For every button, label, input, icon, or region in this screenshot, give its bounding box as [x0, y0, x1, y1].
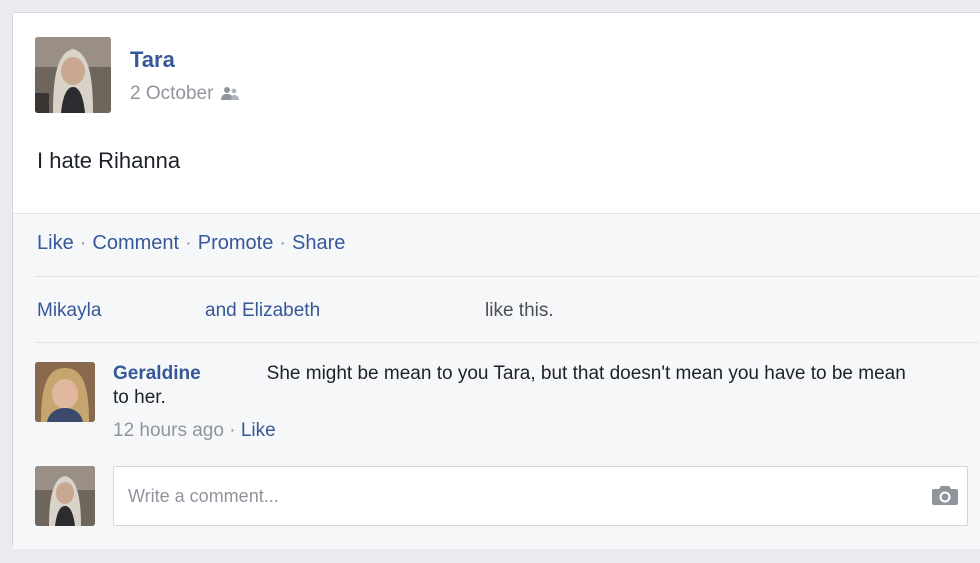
liker-name[interactable]: Mikayla	[37, 300, 101, 322]
separator: ·	[79, 232, 87, 254]
promote-link[interactable]: Promote	[198, 232, 274, 255]
commenter-photo-icon	[35, 362, 95, 422]
avatar-photo-icon	[35, 37, 111, 113]
post-meta: 2 October	[130, 83, 240, 105]
comment-time[interactable]: 12 hours ago	[113, 420, 224, 441]
comment-body: Geraldine She might be mean to you Tara, …	[113, 362, 913, 410]
viewer-avatar	[35, 466, 95, 526]
avatar-photo-icon	[35, 466, 95, 526]
likes-suffix: like this.	[485, 300, 554, 321]
share-link[interactable]: Share	[292, 232, 345, 255]
post-card: Tara 2 October I hate Rihanna Like · Com…	[12, 12, 980, 549]
comment-text: She might be mean to you Tara, but that …	[113, 363, 906, 408]
likes-summary: Mikayla and Elizabeth like this.	[37, 300, 937, 326]
post-date[interactable]: 2 October	[130, 83, 213, 105]
divider	[35, 342, 979, 343]
commenter-avatar[interactable]	[35, 362, 95, 422]
separator: ·	[279, 232, 287, 254]
comment-composer	[35, 466, 975, 530]
separator: ·	[185, 232, 192, 254]
post-text: I hate Rihanna	[37, 148, 181, 173]
separator: ·	[229, 420, 236, 441]
commenter-name[interactable]: Geraldine	[113, 363, 201, 384]
liker-name-second[interactable]: and Elizabeth	[205, 300, 320, 322]
comment-link[interactable]: Comment	[92, 232, 179, 255]
post-actions: Like · Comment · Promote · Share	[37, 232, 345, 255]
like-link[interactable]: Like	[37, 232, 74, 255]
divider	[35, 276, 979, 277]
post-footer: Like · Comment · Promote · Share Mikayla…	[13, 213, 980, 549]
comment-meta: 12 hours ago · Like	[113, 420, 276, 442]
avatar[interactable]	[35, 37, 111, 113]
comment-item: Geraldine She might be mean to you Tara, …	[35, 362, 965, 452]
post-author-avatar[interactable]	[35, 37, 111, 113]
comment-input[interactable]	[113, 466, 968, 526]
post-author-name[interactable]: Tara	[130, 47, 175, 73]
friends-icon[interactable]	[221, 86, 240, 102]
comment-like-link[interactable]: Like	[241, 420, 276, 441]
camera-icon[interactable]	[931, 483, 959, 507]
